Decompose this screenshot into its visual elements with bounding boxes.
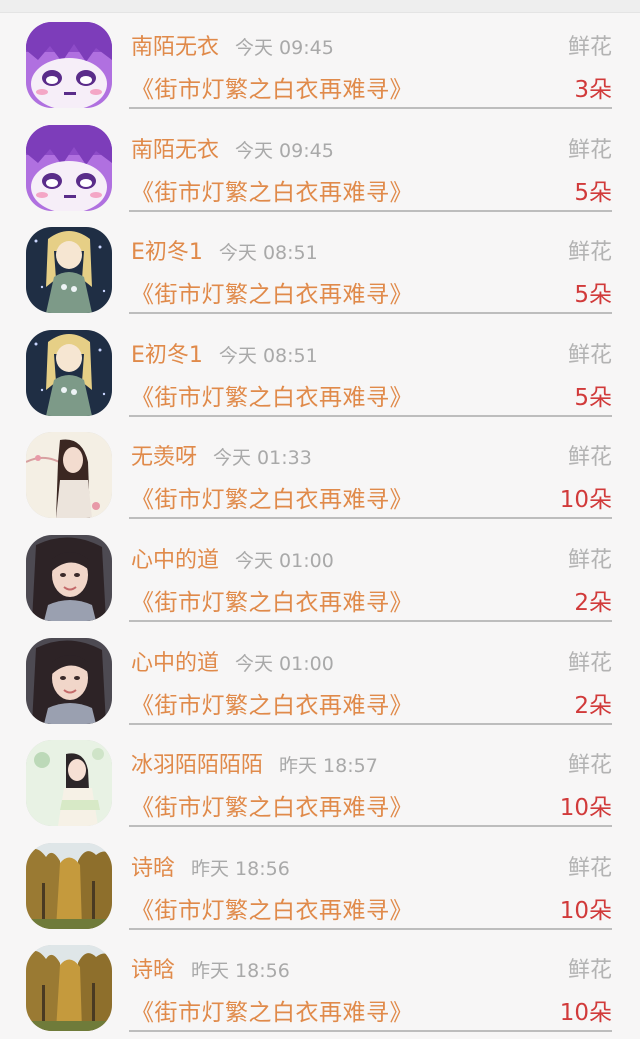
timestamp: 今天 09:45 bbox=[235, 37, 334, 59]
user-name-text: 诗晗 bbox=[131, 855, 176, 881]
avatar[interactable] bbox=[26, 740, 112, 827]
flower-count: 2朵 bbox=[574, 589, 612, 616]
avatar[interactable] bbox=[26, 945, 112, 1032]
divider bbox=[129, 1030, 612, 1033]
timestamp: 昨天 18:56 bbox=[191, 857, 290, 880]
gift-type-label: 鲜花 bbox=[567, 240, 612, 266]
gift-type-label: 鲜花 bbox=[567, 958, 612, 984]
list-item[interactable]: 南陌无衣 今天 09:45 鲜花 《街市灯繁之白衣再难寻》 3朵 bbox=[0, 13, 640, 116]
divider bbox=[129, 619, 612, 622]
user-name: 南陌无衣 今天 09:45 bbox=[131, 29, 334, 61]
avatar[interactable] bbox=[26, 637, 112, 724]
book-title[interactable]: 《街市灯繁之白衣再难寻》 bbox=[131, 788, 413, 822]
book-title[interactable]: 《街市灯繁之白衣再难寻》 bbox=[131, 378, 413, 412]
list-item[interactable]: 南陌无衣 今天 09:45 鲜花 《街市灯繁之白衣再难寻》 5朵 bbox=[0, 116, 640, 219]
flower-count: 10朵 bbox=[559, 795, 612, 822]
avatar[interactable] bbox=[26, 534, 112, 621]
book-title[interactable]: 《街市灯繁之白衣再难寻》 bbox=[131, 891, 413, 925]
user-name: E初冬1 今天 08:51 bbox=[131, 234, 318, 266]
divider bbox=[129, 107, 612, 109]
avatar[interactable] bbox=[26, 432, 112, 519]
book-title[interactable]: 《街市灯繁之白衣再难寻》 bbox=[131, 275, 413, 309]
user-name: 心中的道 今天 01:00 bbox=[131, 645, 334, 677]
gift-type-label: 鲜花 bbox=[567, 855, 612, 881]
list-item[interactable]: E初冬1 今天 08:51 鲜花 《街市灯繁之白衣再难寻》 5朵 bbox=[0, 321, 640, 424]
flower-count: 10朵 bbox=[559, 897, 612, 924]
book-title[interactable]: 《街市灯繁之白衣再难寻》 bbox=[131, 480, 413, 514]
user-name: 诗晗 昨天 18:56 bbox=[131, 952, 290, 984]
timestamp: 今天 01:00 bbox=[235, 652, 334, 675]
list-item[interactable]: 心中的道 今天 01:00 鲜花 《街市灯繁之白衣再难寻》 2朵 bbox=[0, 629, 640, 732]
top-edge bbox=[0, 0, 640, 13]
list-item[interactable]: 诗晗 昨天 18:56 鲜花 《街市灯繁之白衣再难寻》 10朵 bbox=[0, 834, 640, 937]
book-title[interactable]: 《街市灯繁之白衣再难寻》 bbox=[131, 70, 413, 104]
list-item[interactable]: 冰羽陌陌陌陌 昨天 18:57 鲜花 《街市灯繁之白衣再难寻》 10朵 bbox=[0, 731, 640, 834]
divider bbox=[129, 517, 612, 520]
timestamp: 今天 08:51 bbox=[218, 242, 318, 265]
avatar[interactable] bbox=[26, 227, 112, 314]
book-title[interactable]: 《街市灯繁之白衣再难寻》 bbox=[131, 686, 413, 720]
user-name: 诗晗 昨天 18:56 bbox=[131, 850, 290, 882]
user-name-text: 无羡呀 bbox=[131, 445, 198, 471]
user-name-text: 冰羽陌陌陌陌 bbox=[131, 753, 264, 779]
divider bbox=[129, 312, 612, 315]
divider bbox=[129, 722, 612, 725]
user-name-text: E初冬1 bbox=[131, 240, 203, 266]
flower-count: 5朵 bbox=[574, 179, 612, 206]
user-name: 冰羽陌陌陌陌 昨天 18:57 bbox=[131, 747, 378, 779]
flower-count: 10朵 bbox=[559, 1000, 612, 1027]
user-name-text: E初冬1 bbox=[131, 342, 203, 368]
user-name: E初冬1 今天 08:51 bbox=[131, 337, 318, 369]
gift-type-label: 鲜花 bbox=[567, 35, 612, 60]
timestamp: 昨天 18:56 bbox=[191, 960, 290, 983]
user-name: 无羡呀 今天 01:33 bbox=[131, 439, 312, 471]
user-name-text: 南陌无衣 bbox=[131, 35, 220, 60]
timestamp: 今天 01:33 bbox=[213, 447, 312, 470]
avatar[interactable] bbox=[26, 329, 112, 416]
book-title[interactable]: 《街市灯繁之白衣再难寻》 bbox=[131, 173, 413, 207]
book-title[interactable]: 《街市灯繁之白衣再难寻》 bbox=[131, 993, 413, 1027]
flower-count: 5朵 bbox=[574, 384, 612, 411]
timestamp: 昨天 18:57 bbox=[279, 755, 378, 778]
gift-type-label: 鲜花 bbox=[567, 342, 612, 368]
list-item[interactable]: 诗晗 昨天 18:56 鲜花 《街市灯繁之白衣再难寻》 10朵 bbox=[0, 936, 640, 1039]
user-name-text: 心中的道 bbox=[131, 650, 220, 676]
book-title[interactable]: 《街市灯繁之白衣再难寻》 bbox=[131, 583, 413, 617]
flower-count: 5朵 bbox=[574, 282, 612, 309]
flower-count: 3朵 bbox=[574, 77, 612, 103]
divider bbox=[129, 209, 612, 212]
flower-count: 2朵 bbox=[574, 692, 612, 719]
gift-type-label: 鲜花 bbox=[567, 753, 612, 779]
timestamp: 今天 01:00 bbox=[235, 549, 334, 572]
avatar[interactable] bbox=[26, 842, 112, 929]
timestamp: 今天 09:45 bbox=[235, 139, 334, 162]
flower-gift-list: 南陌无衣 今天 09:45 鲜花 《街市灯繁之白衣再难寻》 3朵 南陌无衣 今天 0… bbox=[0, 13, 640, 1039]
gift-type-label: 鲜花 bbox=[567, 445, 612, 471]
avatar[interactable] bbox=[26, 22, 112, 108]
user-name: 心中的道 今天 01:00 bbox=[131, 542, 334, 574]
flower-count: 10朵 bbox=[559, 487, 612, 514]
user-name-text: 心中的道 bbox=[131, 547, 220, 573]
user-name-text: 南陌无衣 bbox=[131, 137, 220, 163]
user-name: 南陌无衣 今天 09:45 bbox=[131, 132, 334, 164]
gift-type-label: 鲜花 bbox=[567, 547, 612, 573]
user-name-text: 诗晗 bbox=[131, 958, 176, 984]
divider bbox=[129, 414, 612, 417]
gift-type-label: 鲜花 bbox=[567, 137, 612, 163]
gift-type-label: 鲜花 bbox=[567, 650, 612, 676]
list-item[interactable]: 心中的道 今天 01:00 鲜花 《街市灯繁之白衣再难寻》 2朵 bbox=[0, 526, 640, 629]
divider bbox=[129, 825, 612, 828]
timestamp: 今天 08:51 bbox=[218, 344, 318, 367]
list-item[interactable]: 无羡呀 今天 01:33 鲜花 《街市灯繁之白衣再难寻》 10朵 bbox=[0, 423, 640, 526]
avatar[interactable] bbox=[26, 124, 112, 211]
list-item[interactable]: E初冬1 今天 08:51 鲜花 《街市灯繁之白衣再难寻》 5朵 bbox=[0, 218, 640, 321]
divider bbox=[129, 927, 612, 930]
